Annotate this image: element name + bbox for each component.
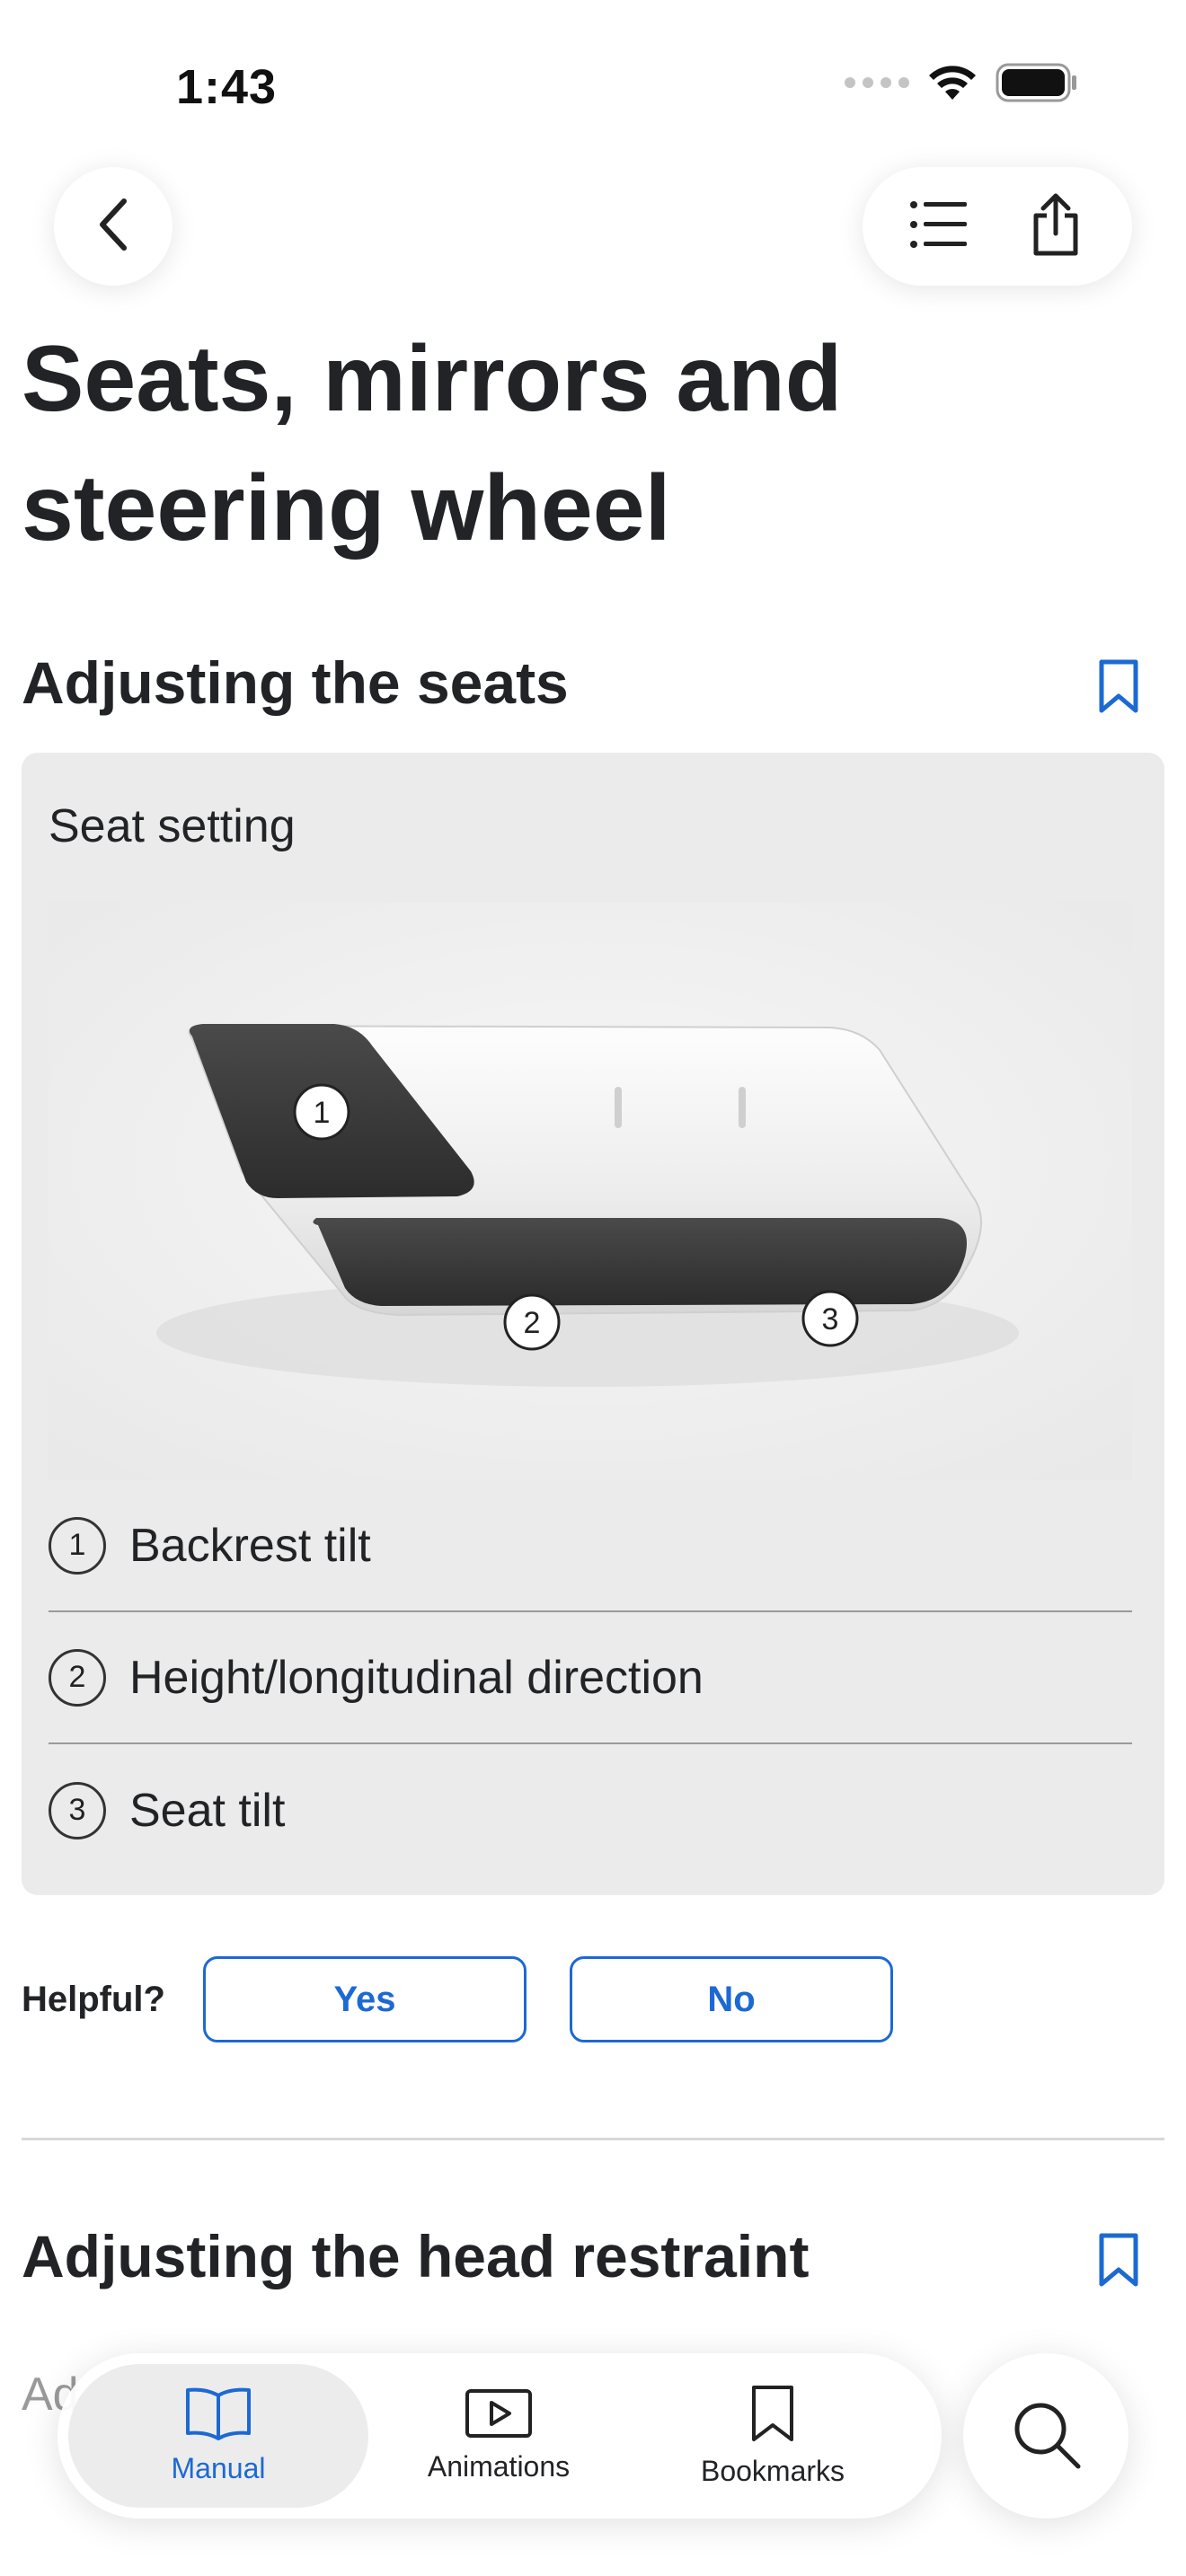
legend-label: Height/longitudinal direction	[129, 1651, 704, 1704]
status-bar: 1:43	[0, 0, 1186, 162]
book-icon	[184, 2386, 252, 2445]
tab-manual[interactable]: Manual	[68, 2364, 368, 2508]
card-title: Seat setting	[49, 800, 296, 852]
legend-item: 2 Height/longitudinal direction	[49, 1612, 1132, 1744]
status-icons	[845, 63, 1078, 102]
tab-animations[interactable]: Animations	[368, 2364, 629, 2508]
svg-text:3: 3	[822, 1302, 839, 1337]
chevron-left-icon	[92, 196, 135, 258]
seat-setting-card: Seat setting 1 2 3 1 Backrest tilt 2 Hei…	[22, 753, 1164, 1895]
legend-item: 3 Seat tilt	[49, 1744, 1132, 1876]
list-icon	[909, 199, 969, 254]
marker-3: 3	[801, 1290, 859, 1347]
svg-text:2: 2	[524, 1306, 541, 1340]
marker-1: 1	[293, 1083, 350, 1141]
cellular-signal-icon	[845, 77, 909, 88]
bookmark-icon	[1098, 658, 1139, 719]
yes-button[interactable]: Yes	[203, 1956, 527, 2042]
bookmark-head-restraint-button[interactable]	[1087, 2226, 1150, 2298]
section-divider	[22, 2138, 1164, 2140]
wifi-icon	[927, 64, 978, 101]
share-button[interactable]	[1006, 177, 1105, 276]
play-icon	[465, 2388, 533, 2443]
legend-number: 3	[49, 1781, 106, 1839]
back-button[interactable]	[54, 167, 173, 286]
search-icon	[1010, 2398, 1082, 2475]
bookmark-icon	[1098, 2232, 1139, 2292]
helpful-label: Helpful?	[22, 1979, 165, 2019]
status-time: 1:43	[176, 60, 278, 114]
contents-button[interactable]	[890, 177, 988, 276]
section-title-head-restraint: Adjusting the head restraint	[22, 2223, 810, 2289]
legend-item: 1 Backrest tilt	[49, 1480, 1132, 1612]
top-actions	[863, 167, 1132, 286]
marker-2: 2	[503, 1293, 561, 1351]
feedback-row: Helpful? Yes No	[22, 1956, 936, 2042]
legend-label: Backrest tilt	[129, 1519, 371, 1572]
bookmark-seats-button[interactable]	[1087, 652, 1150, 724]
svg-text:1: 1	[314, 1096, 331, 1130]
tab-label: Bookmarks	[700, 2455, 845, 2487]
legend-number: 2	[49, 1648, 106, 1707]
legend-label: Seat tilt	[129, 1784, 286, 1837]
section-title-adjusting-seats: Adjusting the seats	[22, 649, 569, 716]
bookmark-icon	[750, 2384, 795, 2448]
seat-control-image: 1 2 3	[49, 902, 1132, 1480]
tab-bookmarks[interactable]: Bookmarks	[629, 2364, 916, 2508]
search-button[interactable]	[963, 2353, 1128, 2519]
tab-label: Animations	[427, 2450, 571, 2483]
page-title: Seats, mirrors and steering wheel	[22, 327, 843, 560]
bottom-tab-bar: Manual Animations Bookmarks	[58, 2353, 942, 2519]
battery-icon	[996, 63, 1078, 102]
no-button[interactable]: No	[570, 1956, 893, 2042]
share-icon	[1029, 192, 1083, 261]
legend-list: 1 Backrest tilt 2 Height/longitudinal di…	[49, 1480, 1132, 1876]
tab-label: Manual	[171, 2452, 266, 2484]
legend-number: 1	[49, 1516, 106, 1575]
